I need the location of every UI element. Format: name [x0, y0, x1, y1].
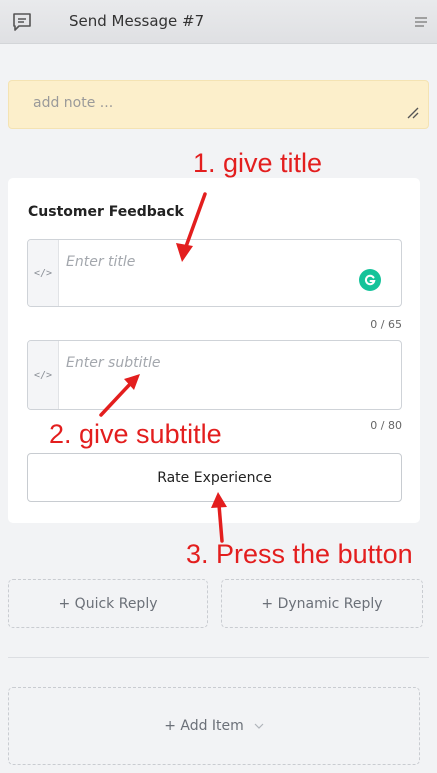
page-title: Send Message #7 — [69, 12, 205, 30]
code-icon[interactable]: </> — [28, 240, 59, 306]
menu-icon[interactable] — [413, 14, 429, 30]
annotation-step3: 3. Press the button — [186, 539, 413, 569]
chevron-down-icon — [254, 723, 264, 729]
add-item-label: + Add Item — [164, 718, 244, 734]
title-field: </> — [27, 239, 402, 307]
quick-reply-button[interactable]: + Quick Reply — [8, 579, 208, 628]
title-input[interactable] — [66, 254, 346, 270]
annotation-step1: 1. give title — [193, 148, 323, 178]
note-field[interactable]: add note ... — [8, 80, 429, 129]
resize-handle-icon[interactable] — [406, 106, 420, 120]
annotation-step2: 2. give subtitle — [49, 419, 222, 449]
add-item-button[interactable]: + Add Item — [8, 687, 420, 765]
subtitle-input[interactable] — [66, 355, 346, 371]
divider — [8, 657, 429, 658]
grammarly-icon[interactable] — [359, 269, 381, 291]
card-title: Customer Feedback — [28, 204, 184, 220]
message-square-icon[interactable] — [0, 0, 44, 44]
dynamic-reply-button[interactable]: + Dynamic Reply — [221, 579, 423, 628]
subtitle-field: </> — [27, 340, 402, 410]
code-icon[interactable]: </> — [28, 341, 59, 409]
rate-experience-button[interactable]: Rate Experience — [27, 453, 402, 502]
title-counter: 0 / 65 — [370, 318, 402, 331]
note-placeholder: add note ... — [33, 95, 114, 111]
gallery-card: Customer Feedback </> 0 / 65 </> 0 / 80 … — [8, 178, 420, 523]
subtitle-counter: 0 / 80 — [370, 419, 402, 432]
header-bar: Send Message #7 — [0, 0, 437, 44]
